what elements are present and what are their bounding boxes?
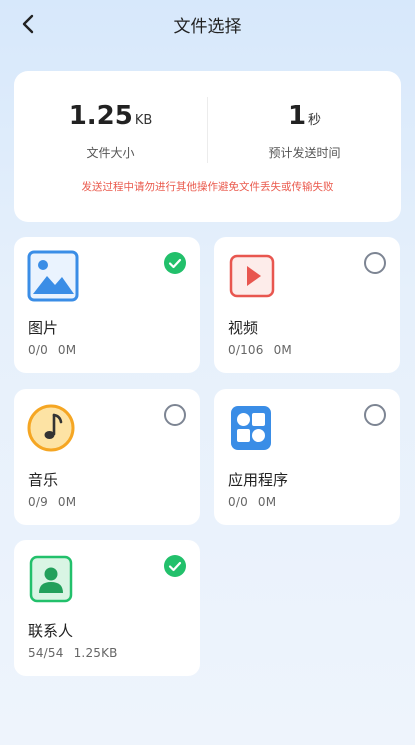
selected-check-icon[interactable]: [164, 555, 186, 577]
category-meta: 0/0 0M: [28, 343, 76, 357]
category-size: 0M: [273, 343, 292, 357]
category-size: 0M: [57, 343, 77, 357]
category-count: 0/9: [28, 495, 48, 509]
category-card-images[interactable]: 图片 0/0 0M: [14, 237, 200, 373]
category-card-videos[interactable]: 视频 0/106 0M: [214, 237, 400, 373]
send-time-value: 1: [287, 101, 307, 131]
category-meta: 0/106 0M: [228, 343, 292, 357]
category-name: 图片: [28, 319, 59, 337]
selected-check-icon[interactable]: [164, 252, 186, 274]
category-name: 应用程序: [228, 471, 289, 489]
category-name: 联系人: [28, 622, 74, 640]
contact-icon: [29, 555, 73, 603]
unselected-radio-icon[interactable]: [164, 404, 186, 426]
category-name: 视频: [228, 319, 259, 337]
category-card-apps[interactable]: 应用程序 0/0 0M: [214, 389, 400, 525]
transfer-summary-card: 1.25 KB 文件大小 1秒 预计发送时间 发送过程中请勿进行其他操作避免文件丢…: [14, 71, 401, 222]
transfer-warning: 发送过程中请勿进行其他操作避免文件丢失或传输失败: [81, 181, 334, 193]
category-meta: 0/9 0M: [28, 495, 76, 509]
category-meta: 54/54 1.25KB: [28, 646, 118, 660]
category-size: 0M: [57, 495, 77, 509]
category-count: 54/54: [28, 646, 64, 660]
file-size-unit: KB: [134, 113, 153, 128]
file-size-label: 文件大小: [86, 146, 135, 160]
category-size: 0M: [257, 495, 277, 509]
file-size-value: 1.25: [68, 101, 133, 131]
unselected-radio-icon[interactable]: [364, 252, 386, 274]
send-time-unit: 秒: [308, 113, 322, 128]
file-size-stat: 1.25 KB 文件大小: [14, 99, 207, 161]
video-icon: [229, 254, 275, 298]
send-time-stat: 1秒 预计发送时间: [208, 99, 401, 161]
category-meta: 0/0 0M: [228, 495, 276, 509]
category-count: 0/0: [28, 343, 48, 357]
music-icon: [27, 404, 75, 452]
page-title: 文件选择: [173, 17, 242, 37]
category-card-music[interactable]: 音乐 0/9 0M: [14, 389, 200, 525]
image-icon: [27, 250, 79, 302]
header: 文件选择: [0, 0, 415, 48]
category-size: 1.25KB: [73, 646, 118, 660]
category-card-contacts[interactable]: 联系人 54/54 1.25KB: [14, 540, 200, 676]
category-count: 0/0: [228, 495, 248, 509]
category-count: 0/106: [228, 343, 264, 357]
unselected-radio-icon[interactable]: [364, 404, 386, 426]
category-name: 音乐: [28, 471, 59, 489]
apps-icon: [231, 406, 271, 450]
send-time-label: 预计发送时间: [268, 146, 341, 160]
